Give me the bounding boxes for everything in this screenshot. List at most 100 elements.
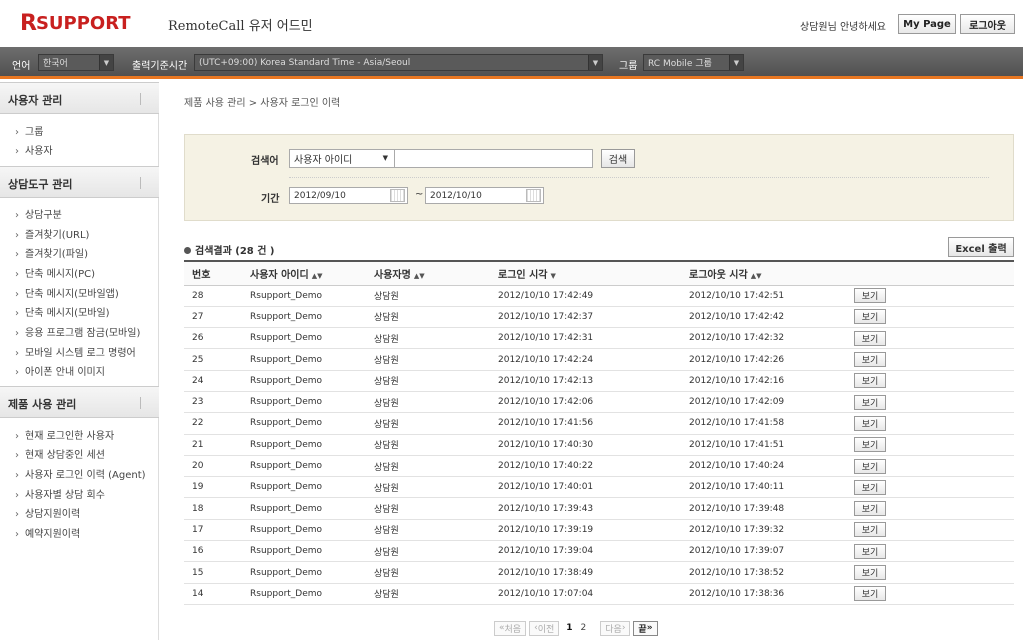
- cell-number: 14: [184, 583, 242, 605]
- cell-user-id: Rsupport_Demo: [242, 561, 366, 584]
- table-row: 26 Rsupport_Demo 상담원 2012/10/10 17:42:31 201…: [184, 327, 1014, 350]
- rsupport-logo[interactable]: R SUPPORT: [20, 11, 131, 36]
- cell-login-time: 2012/10/10 17:39:04: [490, 540, 681, 563]
- sidebar-item-group[interactable]: 그룹: [15, 123, 43, 138]
- cell-user-name: 상담원: [366, 455, 490, 478]
- col-user-name[interactable]: 사용자명 ▲▼: [366, 260, 490, 286]
- next-page-button[interactable]: 다음 ›: [600, 620, 631, 636]
- sidebar-item-favorites-url[interactable]: 즐겨찾기(URL): [15, 226, 89, 241]
- sidebar-item-logged-in-users[interactable]: 현재 로그인한 사용자: [15, 427, 114, 442]
- view-button[interactable]: 보기: [854, 373, 886, 389]
- cell-logout-time: 2012/10/10 17:42:32: [681, 327, 846, 350]
- cell-user-name: 상담원: [366, 434, 490, 456]
- search-button[interactable]: 검색: [601, 149, 635, 168]
- view-button[interactable]: 보기: [854, 415, 886, 431]
- cell-user-id: Rsupport_Demo: [242, 306, 366, 329]
- table-body: 28 Rsupport_Demo 상담원 2012/10/10 17:42:49 201…: [184, 285, 1014, 605]
- view-button[interactable]: 보기: [854, 437, 886, 453]
- cell-number: 16: [184, 540, 242, 563]
- sidebar-item-iphone-guide-image[interactable]: 아이폰 안내 이미지: [15, 363, 105, 378]
- excel-export-button[interactable]: Excel 출력: [948, 237, 1014, 257]
- view-button[interactable]: 보기: [854, 522, 886, 538]
- view-button[interactable]: 보기: [854, 501, 886, 517]
- cell-user-name: 상담원: [366, 497, 490, 520]
- chevron-down-icon: ▼: [99, 55, 113, 70]
- group-select[interactable]: RC Mobile 그룹 ▼: [643, 54, 744, 71]
- sort-desc-icon[interactable]: ▼: [550, 272, 555, 280]
- view-button[interactable]: 보기: [854, 352, 886, 368]
- language-label: 언어: [12, 61, 31, 72]
- date-to-input[interactable]: 2012/10/10: [425, 187, 544, 204]
- col-login-time[interactable]: 로그인 시각 ▼: [490, 260, 681, 286]
- view-button[interactable]: 보기: [854, 309, 886, 325]
- view-button[interactable]: 보기: [854, 458, 886, 474]
- view-button[interactable]: 보기: [854, 479, 886, 495]
- sidebar-item-category[interactable]: 상담구분: [15, 206, 62, 221]
- keyword-type-select[interactable]: 사용자 아이디 ▼: [289, 149, 395, 168]
- timezone-select[interactable]: (UTC+09:00) Korea Standard Time - Asia/S…: [194, 54, 603, 71]
- cell-login-time: 2012/10/10 17:42:06: [490, 391, 681, 414]
- sidebar-item-shortcut-mobile[interactable]: 단축 메시지(모바일): [15, 304, 110, 319]
- col-user-id[interactable]: 사용자 아이디 ▲▼: [242, 260, 366, 286]
- cell-user-name: 상담원: [366, 306, 490, 329]
- view-button[interactable]: 보기: [854, 586, 886, 602]
- last-page-button[interactable]: 끝 »: [633, 620, 658, 636]
- table-row: 20 Rsupport_Demo 상담원 2012/10/10 17:40:22 201…: [184, 455, 1014, 478]
- sidebar-item-mobile-log-command[interactable]: 모바일 시스템 로그 명령어: [15, 344, 136, 359]
- page-number[interactable]: 1: [566, 623, 572, 633]
- breadcrumb: 제품 사용 관리 > 사용자 로그인 이력: [184, 98, 341, 109]
- chevron-down-icon: ▼: [588, 55, 602, 70]
- first-page-button[interactable]: « 처음: [494, 620, 527, 636]
- language-select[interactable]: 한국어 ▼: [38, 54, 114, 71]
- sort-icon[interactable]: ▲▼: [751, 272, 762, 280]
- sidebar: 사용자 관리 그룹 사용자 상담도구 관리 상담구분 즐겨찾기(URL) 즐겨찾…: [0, 82, 159, 640]
- cell-action: 보기: [846, 540, 1014, 563]
- sort-icon[interactable]: ▲▼: [414, 272, 425, 280]
- cell-user-name: 상담원: [366, 285, 490, 307]
- sort-icon[interactable]: ▲▼: [312, 272, 323, 280]
- calendar-icon[interactable]: [390, 189, 405, 202]
- view-button[interactable]: 보기: [854, 288, 886, 304]
- table-row: 24 Rsupport_Demo 상담원 2012/10/10 17:42:13 201…: [184, 370, 1014, 392]
- divider: [140, 93, 141, 105]
- sidebar-section-user-management[interactable]: 사용자 관리: [0, 82, 159, 114]
- search-input[interactable]: [395, 149, 593, 168]
- period-label: 기간: [261, 194, 280, 205]
- cell-number: 19: [184, 476, 242, 499]
- sidebar-item-session-count[interactable]: 사용자별 상담 회수: [15, 486, 105, 501]
- cell-number: 26: [184, 327, 242, 350]
- sidebar-item-reservation-history[interactable]: 예약지원이력: [15, 525, 80, 540]
- pagination: « 처음 ‹ 이전 1 2 다음 › 끝 »: [494, 620, 661, 636]
- col-number: 번호: [184, 260, 242, 286]
- view-button[interactable]: 보기: [854, 394, 886, 410]
- cell-user-name: 상담원: [366, 327, 490, 350]
- sidebar-section-tool-management[interactable]: 상담도구 관리: [0, 166, 159, 198]
- cell-action: 보기: [846, 455, 1014, 478]
- sidebar-item-shortcut-pc[interactable]: 단축 메시지(PC): [15, 265, 95, 280]
- prev-page-button[interactable]: ‹ 이전: [529, 620, 560, 636]
- page-number[interactable]: 2: [581, 623, 587, 633]
- col-logout-time[interactable]: 로그아웃 시각 ▲▼: [681, 260, 846, 286]
- greeting-text: 상담원님 안녕하세요: [800, 22, 886, 33]
- mypage-button[interactable]: My Page: [898, 14, 956, 34]
- sidebar-item-favorites-file[interactable]: 즐겨찾기(파일): [15, 245, 88, 260]
- language-value: 한국어: [43, 59, 68, 69]
- sidebar-item-support-history[interactable]: 상담지원이력: [15, 505, 80, 520]
- sidebar-item-active-sessions[interactable]: 현재 상담중인 세션: [15, 446, 105, 461]
- sidebar-item-login-history[interactable]: 사용자 로그인 이력 (Agent): [15, 466, 146, 481]
- table-row: 25 Rsupport_Demo 상담원 2012/10/10 17:42:24 201…: [184, 348, 1014, 371]
- date-from-input[interactable]: 2012/09/10: [289, 187, 408, 204]
- view-button[interactable]: 보기: [854, 543, 886, 559]
- cell-login-time: 2012/10/10 17:42:49: [490, 285, 681, 307]
- view-button[interactable]: 보기: [854, 565, 886, 580]
- cell-user-name: 상담원: [366, 412, 490, 435]
- sidebar-section-product-usage[interactable]: 제품 사용 관리: [0, 386, 159, 418]
- calendar-icon[interactable]: [526, 189, 541, 202]
- cell-number: 21: [184, 434, 242, 456]
- sidebar-item-app-lock[interactable]: 응용 프로그램 잠금(모바일): [15, 324, 140, 339]
- logout-button[interactable]: 로그아웃: [960, 14, 1015, 34]
- sidebar-item-user[interactable]: 사용자: [15, 142, 53, 157]
- cell-user-id: Rsupport_Demo: [242, 540, 366, 563]
- sidebar-item-shortcut-mobileapp[interactable]: 단축 메시지(모바일앱): [15, 285, 119, 300]
- view-button[interactable]: 보기: [854, 330, 886, 346]
